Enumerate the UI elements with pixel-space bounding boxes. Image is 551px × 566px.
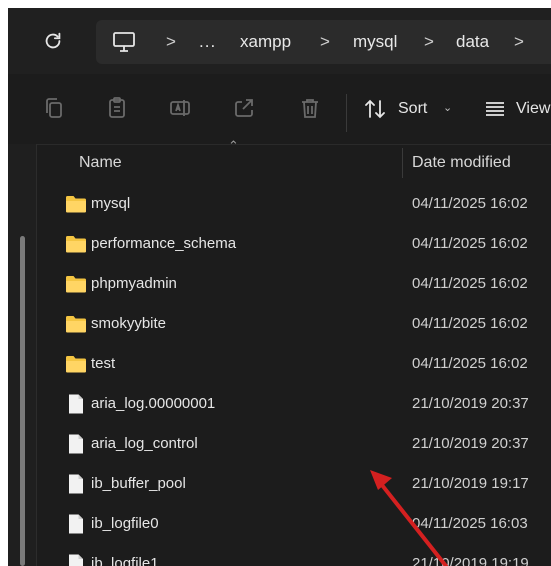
breadcrumb-item-xampp[interactable]: xampp: [240, 20, 291, 64]
list-item[interactable]: aria_log_control 21/10/2019 20:37: [37, 424, 551, 464]
folder-icon: [66, 316, 86, 333]
view-label: View: [516, 100, 551, 117]
file-date: 04/11/2025 16:02: [412, 275, 528, 292]
breadcrumb-item-data[interactable]: data: [456, 20, 489, 64]
toolbar-divider: [346, 94, 347, 132]
list-item[interactable]: ib_logfile1 21/10/2019 19:19: [37, 544, 551, 566]
file-date: 21/10/2019 19:17: [412, 475, 529, 492]
file-name: ib_logfile0: [91, 515, 159, 532]
sort-ascending-icon: ⌃: [228, 138, 239, 153]
file-date: 21/10/2019 19:19: [412, 555, 529, 566]
file-name: phpmyadmin: [91, 275, 177, 292]
file-date: 04/11/2025 16:03: [412, 515, 528, 532]
file-name: aria_log.00000001: [91, 395, 216, 412]
file-date: 21/10/2019 20:37: [412, 435, 529, 452]
file-icon: [69, 474, 83, 494]
file-icon: [69, 394, 83, 414]
chevron-down-icon: ⌄: [443, 102, 453, 114]
computer-icon: [113, 32, 135, 52]
delete-icon[interactable]: [298, 96, 322, 120]
file-date: 04/11/2025 16:02: [412, 355, 528, 372]
refresh-icon[interactable]: [42, 30, 64, 52]
file-date: 04/11/2025 16:02: [412, 195, 528, 212]
file-icon: [69, 554, 83, 566]
share-icon[interactable]: [232, 96, 256, 120]
column-header-name[interactable]: Name: [79, 154, 122, 172]
file-name: mysql: [91, 195, 131, 212]
column-header: ⌃ Name Date modified: [37, 138, 551, 184]
file-date: 21/10/2019 20:37: [412, 395, 529, 412]
file-icon: [69, 434, 83, 454]
list-item[interactable]: ib_logfile0 04/11/2025 16:03: [37, 504, 551, 544]
view-icon: [486, 102, 504, 116]
list-item[interactable]: test 04/11/2025 16:02: [37, 344, 551, 384]
file-name: ib_logfile1: [91, 555, 159, 566]
file-name: aria_log_control: [91, 435, 198, 452]
list-item[interactable]: aria_log.00000001 21/10/2019 20:37: [37, 384, 551, 424]
breadcrumb-separator: >: [514, 32, 524, 51]
file-name: smokyybite: [91, 315, 167, 332]
folder-icon: [66, 276, 86, 293]
navigation-scrollbar[interactable]: [20, 236, 25, 566]
breadcrumb-separator: >: [320, 32, 330, 51]
breadcrumb-separator: >: [424, 32, 434, 51]
list-item[interactable]: ib_buffer_pool 21/10/2019 19:17: [37, 464, 551, 504]
column-header-date-modified[interactable]: Date modified: [412, 154, 511, 172]
file-name: ib_buffer_pool: [91, 475, 186, 492]
list-item[interactable]: performance_schema 04/11/2025 16:02: [37, 224, 551, 264]
list-item[interactable]: phpmyadmin 04/11/2025 16:02: [37, 264, 551, 304]
navigation-pane: [8, 144, 36, 566]
file-icon: [69, 514, 83, 534]
sort-icon: [365, 99, 385, 119]
file-explorer-window: > ... xampp > mysql > data > Sort ⌄ View…: [8, 8, 551, 566]
address-bar[interactable]: > ... xampp > mysql > data >: [96, 20, 551, 64]
file-date: 04/11/2025 16:02: [412, 235, 528, 252]
breadcrumb-item-mysql[interactable]: mysql: [353, 20, 397, 64]
rename-icon[interactable]: [168, 96, 192, 120]
file-date: 04/11/2025 16:02: [412, 315, 528, 332]
copy-icon[interactable]: [42, 96, 66, 120]
breadcrumb-overflow[interactable]: ...: [199, 20, 216, 64]
file-name: test: [91, 355, 116, 372]
breadcrumb-separator: >: [166, 32, 176, 51]
paste-icon[interactable]: [105, 96, 129, 120]
folder-icon: [66, 356, 86, 373]
column-resize-handle[interactable]: [402, 148, 403, 178]
list-item[interactable]: smokyybite 04/11/2025 16:02: [37, 304, 551, 344]
folder-icon: [66, 196, 86, 213]
file-name: performance_schema: [91, 235, 237, 252]
folder-icon: [66, 236, 86, 253]
list-item[interactable]: mysql 04/11/2025 16:02: [37, 184, 551, 224]
sort-label: Sort: [398, 100, 428, 117]
command-bar: [8, 74, 551, 145]
address-row: > ... xampp > mysql > data >: [8, 8, 551, 74]
